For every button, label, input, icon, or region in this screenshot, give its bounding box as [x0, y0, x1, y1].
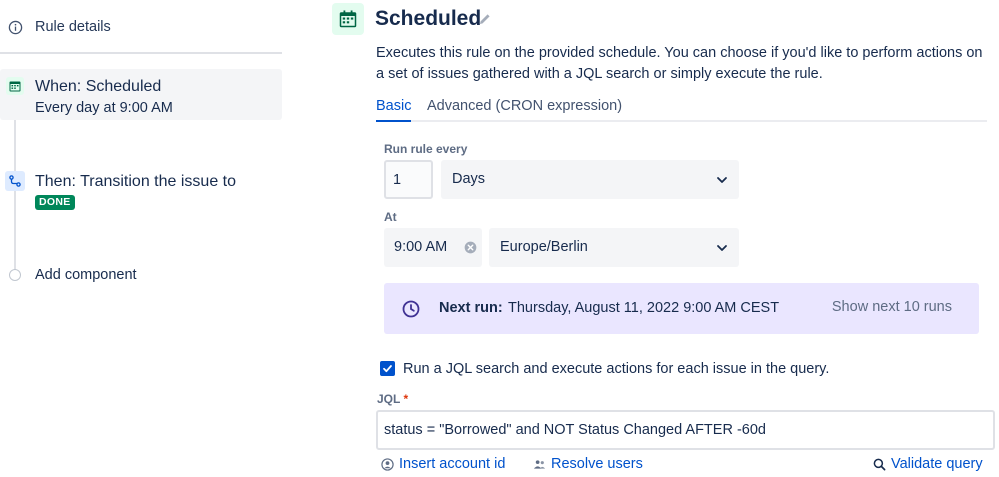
status-lozenge: DONE — [35, 195, 75, 210]
add-component-dot-icon — [9, 269, 21, 281]
trigger-title: When: Scheduled — [35, 78, 162, 95]
jql-label-text: JQL — [377, 392, 401, 406]
edit-pencil-icon[interactable] — [478, 12, 492, 26]
search-icon — [873, 458, 886, 470]
tab-advanced-cron[interactable]: Advanced (CRON expression) — [427, 98, 622, 120]
trigger-subtitle: Every day at 9:00 AM — [35, 100, 173, 116]
validate-query-link[interactable]: Validate query — [873, 456, 983, 472]
at-label: At — [384, 210, 397, 224]
sidebar-divider — [0, 52, 282, 54]
add-component-item[interactable]: Add component — [0, 262, 282, 290]
timezone-value: Europe/Berlin — [500, 239, 588, 255]
rule-details-item[interactable]: Rule details — [0, 8, 282, 48]
interval-unit-select[interactable]: Days — [441, 160, 739, 199]
required-marker: * — [403, 392, 409, 406]
trigger-description: Executes this rule on the provided sched… — [376, 45, 983, 82]
person-icon — [381, 457, 394, 471]
check-icon — [383, 365, 392, 373]
validate-query-label: Validate query — [891, 456, 983, 472]
resolve-users-label: Resolve users — [551, 456, 643, 472]
page-title: Scheduled — [375, 7, 482, 30]
rule-details-label: Rule details — [35, 19, 111, 35]
action-component[interactable]: Then: Transition the issue to DONE — [0, 165, 282, 215]
trigger-component[interactable]: When: Scheduled Every day at 9:00 AM — [0, 69, 282, 120]
jql-query-input[interactable] — [376, 410, 995, 450]
rule-sidebar: Rule details When: Scheduled Every day a… — [0, 0, 282, 477]
add-component-label: Add component — [35, 267, 137, 283]
run-every-label: Run rule every — [384, 142, 468, 156]
info-icon — [8, 20, 23, 35]
next-run-panel: Next run: Thursday, August 11, 2022 9:00… — [384, 283, 979, 334]
jql-label: JQL * — [377, 392, 408, 406]
time-value: 9:00 AM — [394, 239, 448, 255]
branch-icon — [5, 171, 25, 191]
timezone-select[interactable]: Europe/Berlin — [489, 228, 739, 267]
jql-search-checkbox-label: Run a JQL search and execute actions for… — [403, 361, 830, 377]
people-icon — [533, 459, 546, 469]
chevron-down-icon — [717, 245, 727, 251]
tab-bar: Basic Advanced (CRON expression) — [376, 96, 987, 122]
insert-account-id-label: Insert account id — [399, 456, 506, 472]
run-every-input[interactable] — [384, 160, 433, 199]
show-next-runs-button[interactable]: Show next 10 runs — [832, 299, 952, 315]
resolve-users-link[interactable]: Resolve users — [533, 456, 643, 472]
chevron-down-icon — [717, 177, 727, 183]
trigger-calendar-icon — [332, 3, 364, 35]
next-run-label: Next run: — [439, 300, 503, 316]
clear-icon[interactable] — [464, 241, 477, 254]
action-title: Then: Transition the issue to — [35, 173, 236, 190]
interval-unit-value: Days — [452, 171, 486, 187]
insert-account-id-link[interactable]: Insert account id — [381, 456, 505, 472]
next-run-value: Thursday, August 11, 2022 9:00 AM CEST — [508, 300, 780, 316]
calendar-icon — [6, 77, 24, 95]
jql-search-checkbox[interactable] — [380, 361, 395, 376]
clock-icon — [402, 300, 420, 318]
time-picker[interactable]: 9:00 AM — [384, 228, 482, 267]
tab-basic[interactable]: Basic — [376, 98, 412, 122]
